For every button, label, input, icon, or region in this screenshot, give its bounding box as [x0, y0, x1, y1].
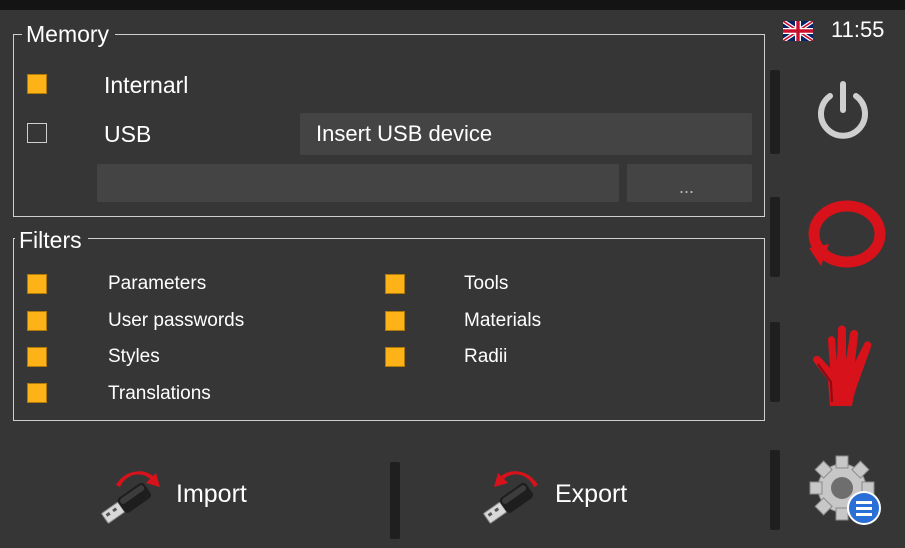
browse-button[interactable]: ...	[627, 164, 752, 202]
export-button[interactable]: Export	[404, 445, 764, 545]
import-label: Import	[176, 480, 247, 508]
sidebar-separator-2	[770, 197, 780, 277]
import-button[interactable]: Import	[0, 445, 385, 545]
usb-label: USB	[104, 121, 152, 147]
filter-checkbox-user-passwords[interactable]	[27, 311, 47, 331]
sidebar-separator-1	[770, 70, 780, 154]
power-button[interactable]	[808, 76, 878, 146]
filter-checkbox-radii[interactable]	[385, 347, 405, 367]
usb-status-text: Insert USB device	[316, 121, 493, 146]
filter-checkbox-translations[interactable]	[27, 383, 47, 403]
internal-label: Internarl	[104, 72, 189, 98]
bottom-separator-1	[390, 462, 400, 539]
export-label: Export	[555, 480, 628, 508]
uk-flag-icon[interactable]	[783, 21, 813, 41]
path-field[interactable]	[97, 164, 619, 202]
usb-export-icon	[483, 471, 538, 524]
filter-label-radii: Radii	[464, 346, 508, 367]
filter-label-user-passwords: User passwords	[108, 310, 245, 331]
filter-label-translations: Translations	[108, 383, 211, 404]
stop-button[interactable]	[808, 318, 886, 408]
filter-checkbox-tools[interactable]	[385, 274, 405, 294]
sidebar-separator-4	[770, 450, 780, 530]
filter-checkbox-parameters[interactable]	[27, 274, 47, 294]
usb-import-icon	[101, 471, 160, 524]
top-bar	[0, 0, 905, 10]
filter-checkbox-materials[interactable]	[385, 311, 405, 331]
filter-label-tools: Tools	[464, 273, 509, 294]
settings-button[interactable]	[806, 450, 886, 530]
stop-hand-icon	[813, 325, 872, 406]
filter-label-styles: Styles	[108, 346, 160, 367]
filters-group-corner	[13, 238, 14, 258]
power-icon	[818, 81, 868, 139]
reset-icon	[808, 200, 886, 268]
usb-checkbox[interactable]	[27, 123, 47, 143]
filter-label-materials: Materials	[464, 310, 542, 331]
filter-checkbox-styles[interactable]	[27, 347, 47, 367]
settings-icon	[809, 455, 881, 525]
filters-title: Filters	[15, 228, 88, 252]
sidebar-separator-3	[770, 322, 780, 402]
usb-status-field: Insert USB device	[300, 113, 752, 155]
internal-checkbox[interactable]	[27, 74, 47, 94]
filter-label-parameters: Parameters	[108, 273, 207, 294]
browse-label: ...	[679, 177, 695, 197]
memory-group-corner	[13, 34, 14, 54]
reset-button[interactable]	[803, 196, 891, 276]
clock: 11:55	[831, 17, 885, 42]
memory-title: Memory	[22, 22, 116, 46]
